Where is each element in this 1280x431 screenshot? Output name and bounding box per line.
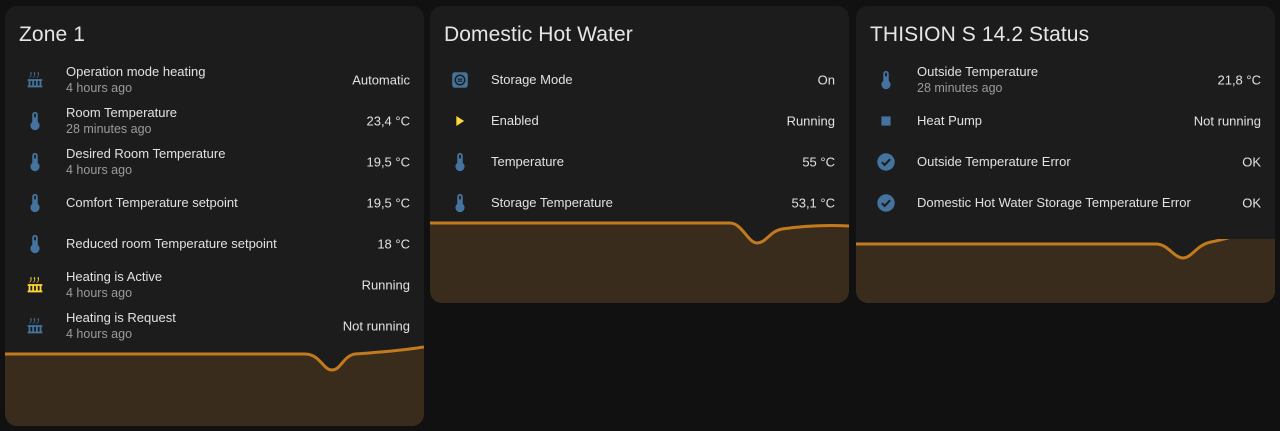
entity-name: Heating is Active — [66, 268, 163, 284]
entity-name: Temperature — [491, 153, 564, 169]
entity-state: Not running — [1193, 113, 1261, 128]
entity-row-storage-temperature[interactable]: Storage Temperature 53,1 °C — [430, 182, 849, 223]
stop-icon — [874, 109, 898, 133]
card-title: THISION S 14.2 Status — [870, 23, 1090, 46]
radiator-icon — [23, 314, 47, 338]
entity-row-heating-is-request[interactable]: Heating is Request 4 hours ago Not runni… — [5, 305, 424, 346]
entity-state: 18 °C — [377, 236, 410, 251]
entity-row-room-temperature[interactable]: Room Temperature 28 minutes ago 23,4 °C — [5, 100, 424, 141]
entity-last-changed: 28 minutes ago — [917, 80, 1003, 95]
entity-row-heat-pump[interactable]: Heat Pump Not running — [856, 100, 1275, 141]
entity-state: Running — [361, 277, 410, 292]
card-title: Zone 1 — [19, 23, 85, 46]
entity-state: On — [817, 72, 835, 87]
check-circle-icon — [874, 150, 898, 174]
entity-last-changed: 4 hours ago — [66, 285, 133, 300]
entity-row-comfort-temperature-setpoint[interactable]: Comfort Temperature setpoint 19,5 °C — [5, 182, 424, 223]
entity-list: Operation mode heating 4 hours ago Autom… — [5, 59, 424, 346]
history-graph — [5, 344, 424, 426]
entity-state: 21,8 °C — [1217, 72, 1261, 87]
entity-row-outside-temperature-error[interactable]: Outside Temperature Error OK — [856, 141, 1275, 182]
thermometer-icon — [23, 150, 47, 174]
thermometer-icon — [23, 232, 47, 256]
entity-state: OK — [1242, 154, 1261, 169]
radiator-active-icon — [23, 273, 47, 297]
entity-state: 53,1 °C — [791, 195, 835, 210]
entity-row-heating-is-active[interactable]: Heating is Active 4 hours ago Running — [5, 264, 424, 305]
thermometer-icon — [448, 150, 472, 174]
thermometer-icon — [874, 68, 898, 92]
entity-state: 55 °C — [802, 154, 835, 169]
entity-last-changed: 4 hours ago — [66, 162, 133, 177]
domestic-hot-water-card: Domestic Hot Water Storage Mode On Enabl… — [430, 6, 849, 303]
entity-last-changed: 4 hours ago — [66, 326, 133, 341]
entity-row-enabled[interactable]: Enabled Running — [430, 100, 849, 141]
entity-name: Room Temperature — [66, 104, 178, 120]
thermometer-icon — [448, 191, 472, 215]
play-icon — [448, 109, 472, 133]
entity-row-desired-room-temperature[interactable]: Desired Room Temperature 4 hours ago 19,… — [5, 141, 424, 182]
check-circle-icon — [874, 191, 898, 215]
entity-row-outside-temperature[interactable]: Outside Temperature 28 minutes ago 21,8 … — [856, 59, 1275, 100]
history-graph — [430, 219, 849, 303]
entity-state: 23,4 °C — [366, 113, 410, 128]
radiator-icon — [23, 68, 47, 92]
entity-last-changed: 4 hours ago — [66, 80, 133, 95]
entity-name: Domestic Hot Water Storage Temperature E… — [917, 194, 1191, 210]
thermometer-icon — [23, 109, 47, 133]
card-title: Domestic Hot Water — [444, 23, 633, 46]
entity-row-reduced-room-temperature-setpoint[interactable]: Reduced room Temperature setpoint 18 °C — [5, 223, 424, 264]
entity-row-operation-mode-heating[interactable]: Operation mode heating 4 hours ago Autom… — [5, 59, 424, 100]
entity-row-dhw-storage-temperature-error[interactable]: Domestic Hot Water Storage Temperature E… — [856, 182, 1275, 223]
entity-state: Automatic — [352, 72, 410, 87]
entity-name: Reduced room Temperature setpoint — [66, 235, 277, 251]
entity-list: Outside Temperature 28 minutes ago 21,8 … — [856, 59, 1275, 223]
zone1-card: Zone 1 Operation mode heating 4 hours ag… — [5, 6, 424, 426]
entity-name: Operation mode heating — [66, 63, 206, 79]
entity-name: Enabled — [491, 112, 539, 128]
entity-name: Comfort Temperature setpoint — [66, 194, 238, 210]
thision-status-card: THISION S 14.2 Status Outside Temperatur… — [856, 6, 1275, 303]
entity-last-changed: 28 minutes ago — [66, 121, 152, 136]
entity-name: Desired Room Temperature — [66, 145, 226, 161]
entity-state: Not running — [342, 318, 410, 333]
entity-name: Outside Temperature Error — [917, 153, 1071, 169]
thermometer-icon — [23, 191, 47, 215]
storage-icon — [448, 68, 472, 92]
entity-state: Running — [786, 113, 835, 128]
entity-list: Storage Mode On Enabled Running Temperat… — [430, 59, 849, 223]
entity-name: Storage Temperature — [491, 194, 613, 210]
entity-state: OK — [1242, 195, 1261, 210]
entity-row-temperature[interactable]: Temperature 55 °C — [430, 141, 849, 182]
entity-name: Heating is Request — [66, 309, 176, 325]
entity-name: Storage Mode — [491, 71, 573, 87]
entity-row-storage-mode[interactable]: Storage Mode On — [430, 59, 849, 100]
entity-name: Outside Temperature — [917, 63, 1039, 79]
entity-state: 19,5 °C — [366, 154, 410, 169]
entity-name: Heat Pump — [917, 112, 983, 128]
history-graph — [856, 239, 1275, 303]
entity-state: 19,5 °C — [366, 195, 410, 210]
